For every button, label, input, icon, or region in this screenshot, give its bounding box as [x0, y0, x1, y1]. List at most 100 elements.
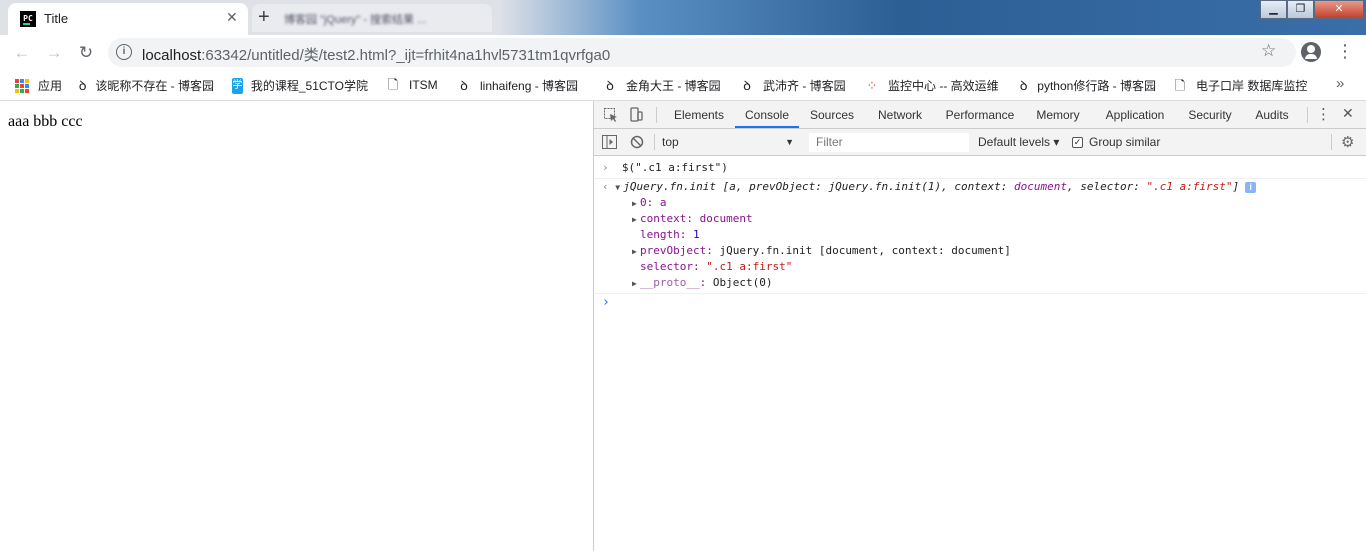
- minimize-button[interactable]: ▁: [1260, 0, 1287, 19]
- browser-toolbar: ← → ↻ i localhost:63342/untitled/类/test2…: [0, 35, 1366, 70]
- devtools-tab-strip: Elements Console Sources Network Perform…: [594, 101, 1366, 129]
- new-tab-button[interactable]: +: [258, 6, 270, 29]
- address-bar[interactable]: i localhost:63342/untitled/类/test2.html?…: [108, 38, 1296, 67]
- property-row: length: 1: [640, 228, 700, 241]
- kebab-menu-icon[interactable]: ⋮: [1336, 41, 1354, 61]
- property-value: ".c1 a:first": [706, 260, 793, 273]
- star-icon[interactable]: ☆: [1261, 41, 1276, 61]
- back-arrow-icon[interactable]: ←: [10, 41, 34, 65]
- property-value: Object(0): [712, 276, 773, 289]
- bookmark-label: linhaifeng - 博客园: [480, 79, 579, 93]
- bookmark-item[interactable]: ꝺ linhaifeng - 博客园: [456, 77, 578, 94]
- property-value: a: [659, 196, 667, 209]
- property-row[interactable]: ▶ context: document: [632, 211, 753, 228]
- info-badge-icon[interactable]: i: [1245, 182, 1257, 193]
- bookmarks-bar: 应用 ꝺ 该昵称不存在 - 博客园 学我的课程_51CTO学院 🗋 ITSM ꝺ li…: [0, 70, 1366, 101]
- console-result-summary[interactable]: ‹ ▼ jQuery.fn.init [a, prevObject: jQuery…: [602, 179, 1257, 196]
- clear-console-icon[interactable]: [630, 135, 644, 149]
- bookmark-label: 我的课程_51CTO学院: [250, 79, 368, 93]
- property-key: context: [640, 212, 687, 225]
- tab-elements[interactable]: Elements: [666, 101, 732, 128]
- reload-icon[interactable]: ↻: [74, 41, 98, 65]
- result-context: document: [1013, 180, 1067, 193]
- url-path: :63342/untitled/类/test2.html?_ijt=frhit4…: [201, 47, 611, 64]
- result-prefix: jQuery.fn.init [a, prevObject: jQuery.fn…: [623, 180, 1014, 193]
- bookmark-label: ITSM: [409, 78, 438, 92]
- show-sidebar-icon[interactable]: [602, 135, 617, 149]
- tab-sources[interactable]: Sources: [802, 101, 862, 128]
- apps-icon: [15, 78, 29, 93]
- tab-close-icon[interactable]: ✕: [226, 9, 238, 26]
- context-selector[interactable]: top ▼: [662, 133, 798, 152]
- bookmark-item[interactable]: 🗋 电子口岸 数据库监控: [1172, 77, 1308, 94]
- tab-title[interactable]: PC Title ✕: [8, 3, 248, 35]
- forward-arrow-icon[interactable]: →: [42, 41, 66, 65]
- bookmark-item[interactable]: 学我的课程_51CTO学院: [232, 77, 368, 94]
- cnblogs-icon: ꝺ: [606, 77, 614, 93]
- checkbox-checked-icon[interactable]: ✓: [1072, 137, 1083, 148]
- bookmark-label: 金角大王 - 博客园: [626, 79, 721, 93]
- profile-icon[interactable]: [1301, 42, 1321, 62]
- property-key: length: [640, 228, 680, 241]
- log-levels-dropdown[interactable]: Default levels ▾: [978, 133, 1059, 152]
- maximize-button[interactable]: ❐: [1287, 0, 1314, 19]
- property-row[interactable]: ▶ prevObject: jQuery.fn.init [document, c…: [632, 243, 1011, 260]
- prompt-chevron-icon: ›: [602, 161, 609, 174]
- console-output: › $(".c1 a:first") ‹ ▼ jQuery.fn.init [a,…: [594, 156, 1366, 551]
- gear-icon[interactable]: ⚙: [1341, 133, 1354, 151]
- property-value: 1: [693, 228, 700, 241]
- console-input-line: › $(".c1 a:first"): [602, 160, 728, 176]
- cnblogs-icon: ꝺ: [743, 77, 751, 93]
- 51cto-icon: 学: [232, 77, 243, 94]
- context-value: top: [662, 135, 679, 149]
- pycharm-favicon-icon: PC: [20, 11, 36, 27]
- new-tab-area: + 博客园 "jQuery" - 搜索结果 ...: [252, 4, 492, 32]
- devtools-panel: Elements Console Sources Network Perform…: [593, 101, 1366, 551]
- group-similar-label: Group similar: [1089, 135, 1161, 149]
- console-command: $(".c1 a:first"): [621, 161, 728, 174]
- bookmark-label: 该昵称不存在 - 博客园: [95, 79, 214, 93]
- inspect-element-icon[interactable]: [603, 107, 619, 123]
- bookmark-label: 应用: [38, 79, 63, 93]
- tab-application[interactable]: Application: [1098, 101, 1172, 128]
- toolbar-divider: [654, 134, 655, 150]
- bookmark-item[interactable]: ꝺ 武沛齐 - 博客园: [739, 77, 846, 94]
- devtools-menu-icon[interactable]: ⋮: [1316, 105, 1331, 123]
- collapsed-triangle-icon: ▶: [632, 247, 637, 256]
- tab-console[interactable]: Console: [735, 101, 799, 128]
- result-selector: ".c1 a:first": [1146, 180, 1233, 193]
- bookmarks-overflow-button[interactable]: »: [1336, 75, 1344, 92]
- toolbar-divider: [656, 107, 657, 123]
- bookmark-item[interactable]: ⁘ 监控中心 -- 高效运维: [864, 77, 1000, 94]
- info-icon[interactable]: i: [116, 44, 132, 60]
- filter-input[interactable]: [809, 133, 969, 152]
- tab-security[interactable]: Security: [1184, 101, 1236, 128]
- collapsed-triangle-icon: ▶: [632, 279, 637, 288]
- bookmark-item[interactable]: ꝺ 金角大王 - 博客园: [602, 77, 721, 94]
- bookmark-label: python修行路 - 博客园: [1037, 79, 1156, 93]
- collapsed-triangle-icon: ▶: [632, 199, 637, 208]
- tab-memory[interactable]: Memory: [1030, 101, 1086, 128]
- console-prompt[interactable]: ›: [602, 295, 610, 311]
- bookmark-label: 武沛齐 - 博客园: [763, 79, 846, 93]
- bookmark-item[interactable]: ꝺ python修行路 - 博客园: [1018, 77, 1156, 94]
- toolbar-divider: [1331, 134, 1332, 150]
- property-row[interactable]: ▶ __proto__: Object(0): [632, 275, 772, 292]
- group-similar-toggle[interactable]: ✓ Group similar: [1072, 133, 1160, 152]
- bookmark-item[interactable]: ꝺ 该昵称不存在 - 博客园: [78, 77, 214, 94]
- cnblogs-icon: ꝺ: [1019, 77, 1028, 93]
- close-devtools-icon[interactable]: ✕: [1342, 105, 1354, 122]
- bookmark-item[interactable]: 🗋 ITSM: [385, 77, 438, 93]
- tab-performance[interactable]: Performance: [940, 101, 1020, 128]
- device-toolbar-icon[interactable]: [628, 107, 644, 123]
- property-row[interactable]: ▶ 0: a: [632, 195, 667, 212]
- url-text[interactable]: localhost:63342/untitled/类/test2.html?_i…: [142, 44, 610, 65]
- bookmark-label: 监控中心 -- 高效运维: [888, 79, 999, 93]
- page-text: aaa bbb ccc: [8, 113, 83, 130]
- close-window-button[interactable]: ✕: [1314, 0, 1364, 19]
- tab-audits[interactable]: Audits: [1250, 101, 1294, 128]
- tab-network[interactable]: Network: [868, 101, 932, 128]
- bookmark-apps[interactable]: 应用: [15, 77, 62, 94]
- spinner-icon: ⁘: [866, 77, 878, 93]
- page-icon: 🗋: [1174, 77, 1186, 93]
